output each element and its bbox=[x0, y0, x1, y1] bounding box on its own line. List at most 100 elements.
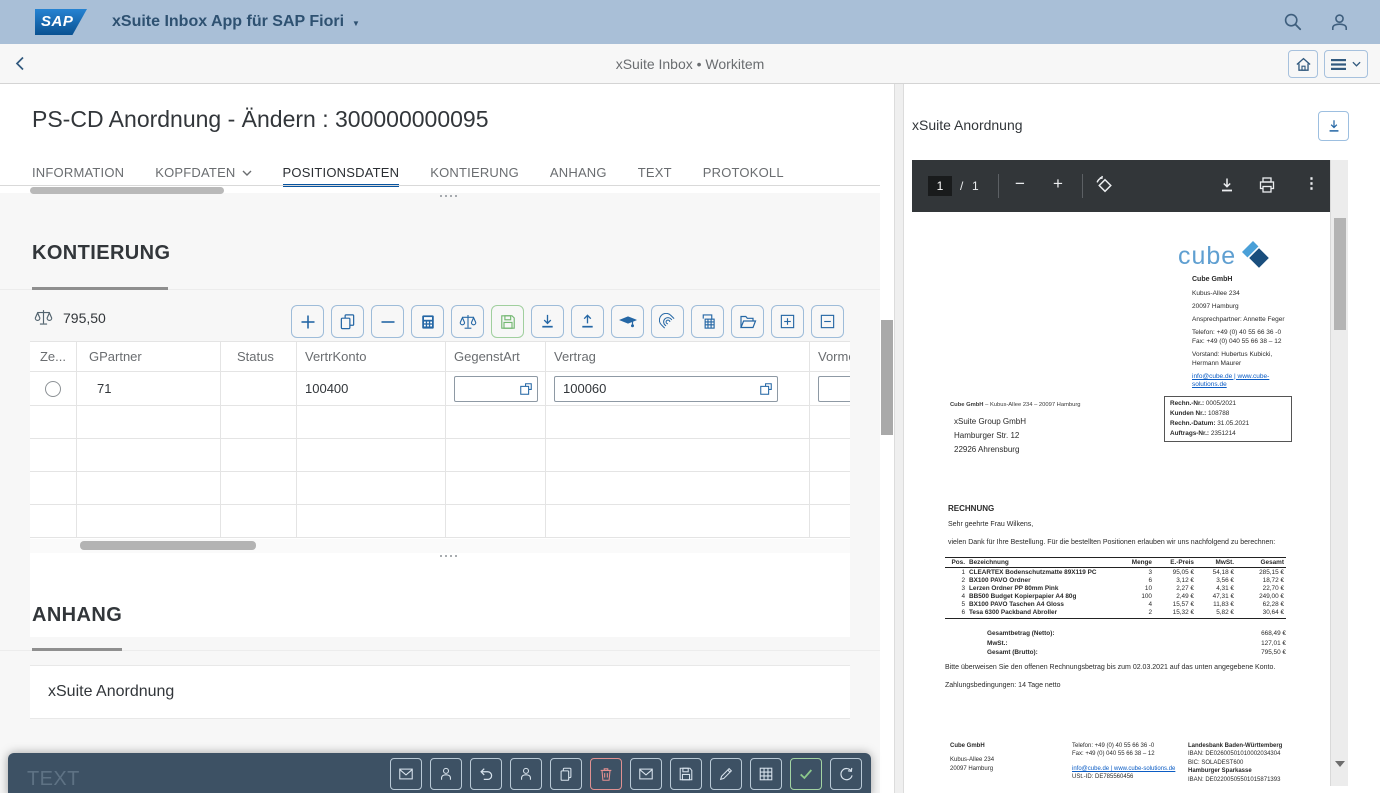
vormerk-input[interactable] bbox=[818, 376, 850, 402]
document-title: RECHNUNG bbox=[948, 504, 994, 513]
cell-vertrag: 100060 bbox=[546, 372, 810, 405]
tab-positionsdaten[interactable]: POSITIONSDATEN bbox=[283, 160, 400, 186]
email-button[interactable] bbox=[390, 758, 422, 790]
home-icon bbox=[1295, 56, 1312, 73]
coil-button[interactable] bbox=[651, 305, 684, 338]
pdf-page: cube Cube GmbH Kubus-Allee 234 20097 Ham… bbox=[912, 212, 1330, 786]
cell-vertrkonto: 100400 bbox=[297, 372, 446, 405]
delete-button[interactable] bbox=[590, 758, 622, 790]
column-header-zeile[interactable]: Ze... bbox=[30, 342, 77, 371]
collapse-button[interactable] bbox=[811, 305, 844, 338]
user-profile-icon[interactable] bbox=[1329, 12, 1350, 33]
invoice-items-table: Pos. Bezeichnung Menge E.-Preis MwSt. Ge… bbox=[945, 557, 1286, 619]
calculator-button[interactable] bbox=[411, 305, 444, 338]
panel-vertical-scrollbar bbox=[880, 84, 894, 793]
export-table-button[interactable] bbox=[691, 305, 724, 338]
tab-information[interactable]: INFORMATION bbox=[32, 160, 124, 186]
tab-protokoll[interactable]: PROTOKOLL bbox=[703, 160, 784, 186]
remove-button[interactable] bbox=[371, 305, 404, 338]
grid-button[interactable] bbox=[750, 758, 782, 790]
invoice-item-row: 1CLEARTEX Bodenschutzmatte 89X119 PC395,… bbox=[945, 568, 1286, 577]
value-help-icon[interactable] bbox=[519, 382, 533, 396]
column-header-status[interactable]: Status bbox=[221, 342, 297, 371]
splitter-grip[interactable] bbox=[440, 195, 457, 197]
invoice-totals: Gesamtbetrag (Netto):668,49 € MwSt.:127,… bbox=[945, 630, 1286, 659]
copy-button[interactable] bbox=[331, 305, 364, 338]
print-button[interactable] bbox=[1258, 176, 1276, 194]
add-button[interactable] bbox=[291, 305, 324, 338]
undo-button[interactable] bbox=[470, 758, 502, 790]
gegenstart-input[interactable] bbox=[454, 376, 538, 402]
zoom-in-button[interactable]: + bbox=[1048, 174, 1068, 194]
pdf-download-button[interactable] bbox=[1218, 176, 1236, 194]
tab-text[interactable]: TEXT bbox=[638, 160, 672, 186]
accept-button[interactable] bbox=[790, 758, 822, 790]
kontierung-table: Ze... GPartner Status VertrKonto Gegenst… bbox=[30, 341, 850, 637]
copy-button[interactable] bbox=[550, 758, 582, 790]
menu-button[interactable] bbox=[1324, 50, 1368, 78]
tab-kopfdaten[interactable]: KOPFDATEN bbox=[155, 160, 251, 186]
vertrag-input[interactable]: 100060 bbox=[554, 376, 778, 402]
search-icon[interactable] bbox=[1283, 12, 1303, 32]
balance-total: 795,50 bbox=[34, 308, 106, 327]
zoom-out-button[interactable]: − bbox=[1010, 174, 1030, 194]
download-attachment-button[interactable] bbox=[1318, 111, 1349, 141]
pdf-scroll-down-arrow[interactable] bbox=[1335, 761, 1345, 767]
salutation: Sehr geehrte Frau Wilkens, bbox=[948, 521, 1033, 528]
balance-button[interactable] bbox=[451, 305, 484, 338]
save-button[interactable] bbox=[491, 305, 524, 338]
company-links[interactable]: info@cube.de | www.cube-solutions.de bbox=[1192, 373, 1294, 389]
pdf-footer-address: Cube GmbH Kubus-Allee 234 20097 Hamburg bbox=[950, 742, 994, 773]
download-button[interactable] bbox=[531, 305, 564, 338]
footer-action-bar bbox=[8, 753, 871, 793]
expand-button[interactable] bbox=[771, 305, 804, 338]
rotate-button[interactable] bbox=[1094, 175, 1115, 196]
home-button[interactable] bbox=[1288, 50, 1318, 78]
kontierung-section-heading: KONTIERUNG bbox=[32, 242, 170, 265]
open-folder-button[interactable] bbox=[731, 305, 764, 338]
tab-kontierung[interactable]: KONTIERUNG bbox=[430, 160, 519, 186]
sap-logo-text: SAP bbox=[41, 13, 73, 30]
column-header-vormerk[interactable]: Vormerk bbox=[810, 342, 850, 371]
invoice-item-row: 6Tesa 6300 Packband Abroller215,32 €5,82… bbox=[945, 608, 1286, 618]
hamburger-icon bbox=[1331, 58, 1346, 71]
tabs-horizontal-scrollbar[interactable] bbox=[30, 187, 224, 194]
invoice-item-row: 2BX100 PAVO Ordner63,12 €3,56 €18,72 € bbox=[945, 576, 1286, 584]
pdf-footer-contact: Telefon: +49 (0) 40 55 66 36 -0 Fax: +49… bbox=[1072, 742, 1175, 782]
app-title-menu[interactable]: xSuite Inbox App für SAP Fiori ▼ bbox=[112, 0, 360, 44]
column-header-vertrkonto[interactable]: VertrKonto bbox=[297, 342, 446, 371]
more-options-button[interactable]: ⋮ bbox=[1304, 174, 1319, 192]
panel-vertical-scrollbar-thumb[interactable] bbox=[881, 320, 893, 435]
pdf-vertical-scrollbar bbox=[1330, 160, 1348, 786]
attachment-list-item[interactable]: xSuite Anordnung bbox=[30, 665, 850, 719]
column-header-gpartner[interactable]: GPartner bbox=[77, 342, 221, 371]
forward-person-button[interactable] bbox=[430, 758, 462, 790]
intro-line: vielen Dank für Ihre Bestellung. Für die… bbox=[948, 539, 1275, 546]
pdf-scrollbar-thumb[interactable] bbox=[1334, 218, 1346, 330]
value-help-icon[interactable] bbox=[759, 382, 773, 396]
invoice-item-row: 5BX100 PAVO Taschen A4 Gloss415,57 €11,8… bbox=[945, 600, 1286, 608]
email-button[interactable] bbox=[630, 758, 662, 790]
edit-button[interactable] bbox=[710, 758, 742, 790]
column-header-gegenstart[interactable]: GegenstArt bbox=[446, 342, 546, 371]
column-header-vertrag[interactable]: Vertrag bbox=[546, 342, 810, 371]
table-horizontal-scrollbar-thumb[interactable] bbox=[80, 541, 256, 550]
table-empty-row bbox=[30, 406, 850, 439]
assign-person-button[interactable] bbox=[510, 758, 542, 790]
row-select-radio[interactable] bbox=[45, 381, 61, 397]
refresh-button[interactable] bbox=[830, 758, 862, 790]
sap-logo[interactable]: SAP bbox=[35, 9, 87, 35]
pdf-page-input[interactable]: 1 bbox=[928, 176, 952, 196]
upload-button[interactable] bbox=[571, 305, 604, 338]
panel-splitter[interactable] bbox=[894, 84, 904, 793]
tab-anhang[interactable]: ANHANG bbox=[550, 160, 607, 186]
save-button[interactable] bbox=[670, 758, 702, 790]
splitter-grip[interactable] bbox=[440, 555, 457, 557]
company-address-block: Cube GmbH Kubus-Allee 234 20097 Hamburg … bbox=[1192, 276, 1294, 394]
viewer-title: xSuite Anordnung bbox=[912, 117, 1023, 133]
education-button[interactable] bbox=[611, 305, 644, 338]
footer-links[interactable]: info@cube.de | www.cube-solutions.de bbox=[1072, 765, 1175, 773]
invoice-item-row: 4BB500 Budget Kopierpapier A4 80g1002,49… bbox=[945, 592, 1286, 600]
table-empty-row bbox=[30, 472, 850, 505]
kontierung-toolbar bbox=[291, 305, 844, 338]
